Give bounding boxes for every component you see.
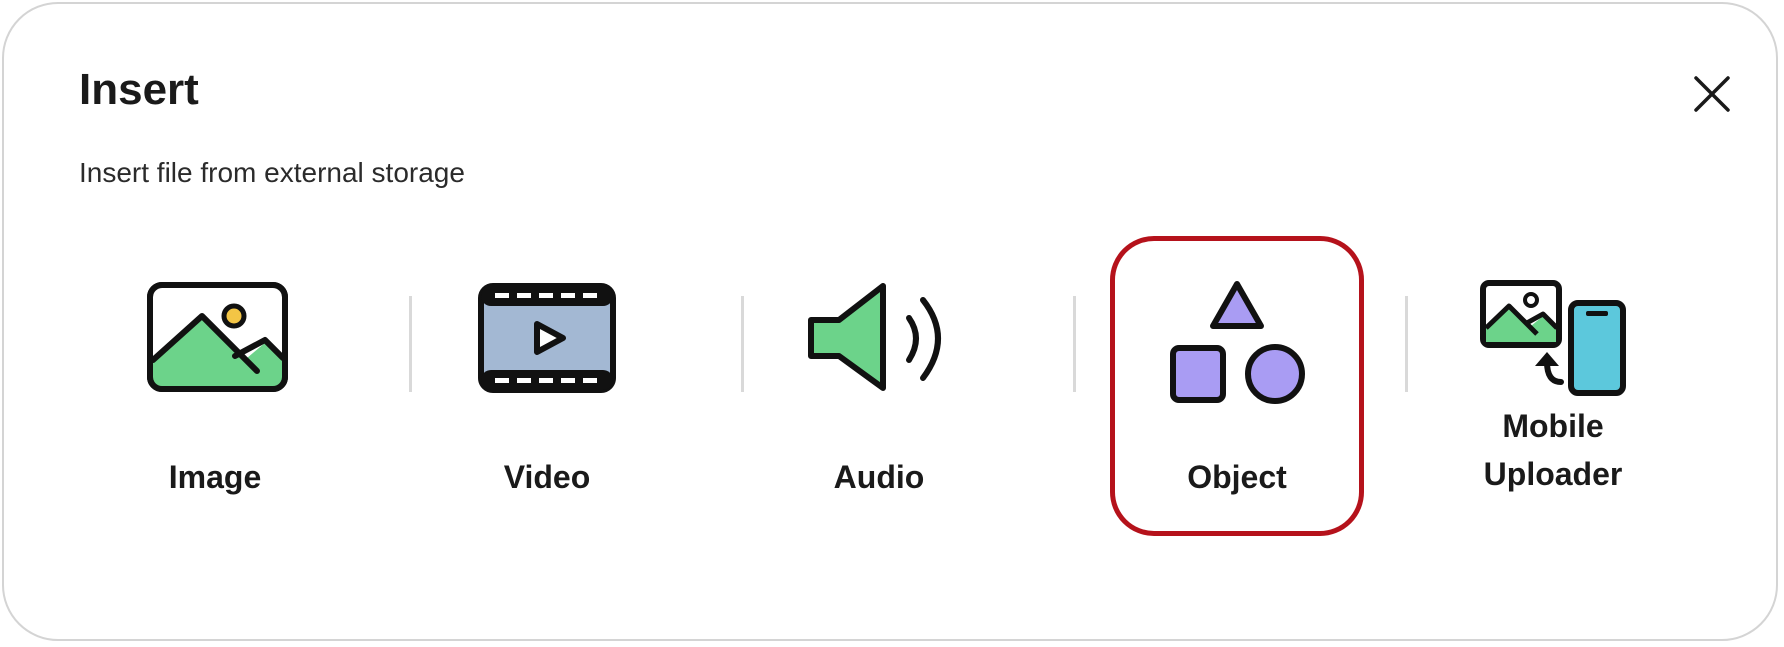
option-mobile-uploader[interactable]: Mobile Uploader: [1453, 236, 1653, 536]
option-image[interactable]: Image: [88, 236, 342, 536]
mobile-uploader-icon: [1473, 278, 1633, 408]
dialog-title: Insert: [79, 65, 199, 114]
image-icon: [135, 278, 295, 408]
divider: [1073, 296, 1076, 392]
object-icon: [1157, 278, 1317, 408]
option-audio[interactable]: Audio: [752, 236, 1006, 536]
insert-options: Image Video Audio Object Mobile Uploader: [79, 236, 1739, 536]
option-label: Object: [1187, 459, 1287, 495]
option-object[interactable]: Object: [1110, 236, 1364, 536]
video-icon: [467, 278, 627, 408]
audio-icon: [799, 278, 959, 408]
option-label: Mobile Uploader: [1483, 408, 1623, 492]
divider: [741, 296, 744, 392]
option-label: Video: [503, 459, 591, 495]
divider: [1405, 296, 1408, 392]
insert-dialog: Insert Insert file from external storage…: [2, 2, 1778, 641]
option-label: Audio: [833, 459, 925, 495]
divider: [409, 296, 412, 392]
option-video[interactable]: Video: [420, 236, 674, 536]
close-icon[interactable]: [1690, 72, 1734, 116]
dialog-subtitle: Insert file from external storage: [79, 157, 465, 188]
option-label: Image: [168, 459, 262, 495]
